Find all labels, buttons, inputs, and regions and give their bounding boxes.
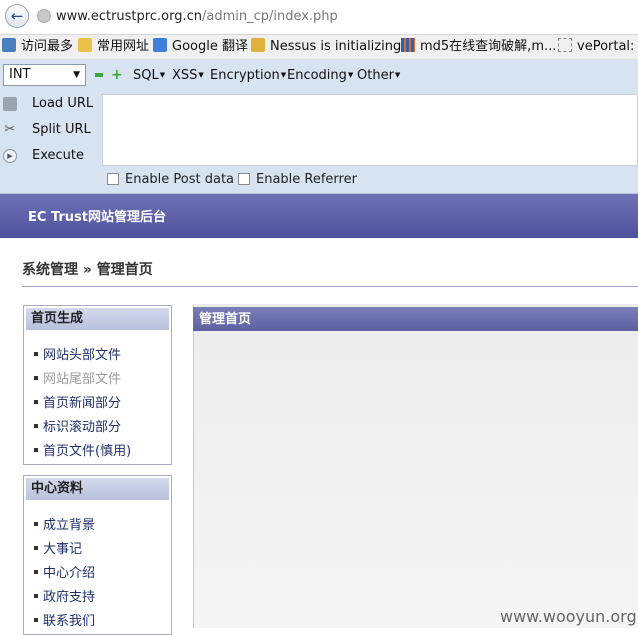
sidebar-item-label: 网站尾部文件: [43, 372, 122, 387]
bullet-icon: [34, 570, 38, 574]
sidebar-item-label: 中心介绍: [43, 566, 96, 581]
bookmark-nessus[interactable]: Nessus is initializing...: [251, 38, 414, 56]
bullet-icon: [34, 376, 38, 380]
enable-post-checkbox[interactable]: [107, 173, 119, 185]
decrease-icon[interactable]: [95, 73, 103, 77]
printer-icon: [3, 97, 17, 111]
bullet-icon: [34, 594, 38, 598]
sidebar-item-label: 首页新闻部分: [43, 396, 122, 411]
play-icon: ▶: [3, 149, 17, 163]
sidebar-item-milestones[interactable]: 大事记: [34, 538, 82, 557]
bookmarks-bar: 访问最多 常用网址 Google 翻译 Nessus is initializi…: [0, 35, 638, 60]
main-panel-title: 管理首页: [193, 307, 638, 331]
bookmark-common-sites[interactable]: 常用网址: [78, 38, 149, 56]
back-arrow-icon[interactable]: ←: [5, 4, 29, 28]
sidebar-item-background[interactable]: 成立背景: [34, 514, 95, 533]
dropdown-arrow-icon: ▼: [280, 71, 287, 79]
bookmark-most-visited[interactable]: 访问最多: [2, 38, 73, 56]
increase-icon[interactable]: +: [111, 68, 123, 82]
sidebar-group-homepage: 首页生成 网站头部文件 网站尾部文件 首页新闻部分 标识滚动部分 首页文件(慎用…: [23, 305, 172, 465]
bookmark-label: vePortal: T: [577, 39, 638, 54]
type-select-value: INT: [9, 67, 31, 82]
sidebar-item-label: 首页文件(慎用): [43, 444, 132, 459]
page-title: EC Trust网站管理后台: [28, 210, 167, 225]
sidebar-item-label: 政府支持: [43, 590, 96, 605]
menu-label: Other: [357, 68, 394, 83]
sidebar-item-homepage-file[interactable]: 首页文件(慎用): [34, 440, 131, 459]
globe-icon: [37, 9, 51, 23]
enable-referrer-label: Enable Referrer: [256, 172, 357, 187]
bookmark-label: 常用网址: [97, 39, 150, 54]
dropdown-arrow-icon: ▼: [198, 71, 204, 79]
bullet-icon: [34, 448, 38, 452]
enable-post-label: Enable Post data: [125, 172, 235, 187]
load-url-label: Load URL: [32, 96, 94, 111]
bookmark-google-translate[interactable]: Google 翻译: [153, 38, 248, 56]
sidebar-item-label: 成立背景: [43, 518, 96, 533]
bullet-icon: [34, 400, 38, 404]
url-path: /admin_cp/index.php: [201, 9, 338, 24]
menu-label: Encoding: [287, 68, 347, 83]
folder-icon: [78, 38, 92, 52]
menu-label: SQL: [133, 68, 159, 83]
grid-icon: [401, 38, 415, 52]
sidebar-item-contact[interactable]: 联系我们: [34, 610, 95, 629]
bookmark-icon: [2, 38, 16, 52]
sidebar-item-label: 大事记: [43, 542, 83, 557]
sidebar-group-title: 中心资料: [26, 478, 169, 500]
execute-label: Execute: [32, 148, 84, 163]
split-url-label: Split URL: [32, 122, 91, 137]
breadcrumb: 系统管理 » 管理首页: [22, 262, 153, 278]
dropdown-arrow-icon: ▼: [347, 71, 354, 79]
sidebar-item-news-section[interactable]: 首页新闻部分: [34, 392, 121, 411]
dropdown-arrow-icon: ▼: [159, 71, 166, 79]
bookmark-veportal[interactable]: vePortal: T: [558, 38, 638, 56]
menu-other[interactable]: Other▼: [357, 68, 400, 83]
sidebar-group-title: 首页生成: [26, 308, 169, 330]
main-panel: [193, 304, 638, 628]
bookmark-label: Google 翻译: [172, 39, 248, 54]
type-select[interactable]: INT ▼: [3, 64, 86, 86]
bullet-icon: [34, 352, 38, 356]
translate-icon: [153, 38, 167, 52]
url-host: www.ectrustprc.org.cn: [56, 9, 202, 24]
menu-xss[interactable]: XSS▼: [172, 68, 204, 83]
sidebar-item-gov-support[interactable]: 政府支持: [34, 586, 95, 605]
nessus-eye-icon: [251, 38, 265, 52]
url-textarea[interactable]: [102, 94, 638, 166]
dropdown-arrow-icon: ▼: [394, 71, 401, 79]
bullet-icon: [34, 522, 38, 526]
sidebar-group-center-info: 中心资料 成立背景 大事记 中心介绍 政府支持 联系我们: [23, 475, 172, 635]
breadcrumb-divider: [22, 286, 638, 287]
menu-label: XSS: [172, 68, 198, 83]
sidebar-item-header-file[interactable]: 网站头部文件: [34, 344, 121, 363]
menu-encoding[interactable]: Encoding▼: [287, 68, 353, 83]
bullet-icon: [34, 424, 38, 428]
sidebar-item-label: 联系我们: [43, 614, 96, 629]
menu-label: Encryption: [210, 68, 280, 83]
bullet-icon: [34, 618, 38, 622]
bookmark-label: 访问最多: [21, 39, 74, 54]
sidebar-item-logo-scroll[interactable]: 标识滚动部分: [34, 416, 121, 435]
bookmark-md5[interactable]: md5在线查询破解,m...: [401, 38, 556, 56]
menu-encryption[interactable]: Encryption▼: [210, 68, 286, 83]
bookmark-label: md5在线查询破解,m...: [420, 39, 557, 54]
bookmark-label: Nessus is initializing...: [270, 39, 414, 54]
enable-referrer-checkbox[interactable]: [238, 173, 250, 185]
menu-sql[interactable]: SQL▼: [133, 68, 165, 83]
watermark: www.wooyun.org: [500, 607, 637, 626]
sidebar-item-label: 标识滚动部分: [43, 420, 122, 435]
bullet-icon: [34, 546, 38, 550]
sidebar-item-footer-file[interactable]: 网站尾部文件: [34, 368, 121, 387]
sidebar-item-label: 网站头部文件: [43, 348, 122, 363]
url-field[interactable]: www.ectrustprc.org.cn/admin_cp/index.php: [56, 9, 338, 24]
scissors-icon: ✂: [4, 122, 16, 137]
page-icon: [558, 38, 572, 52]
chevron-down-icon: ▼: [73, 70, 80, 80]
sidebar-item-center-intro[interactable]: 中心介绍: [34, 562, 95, 581]
